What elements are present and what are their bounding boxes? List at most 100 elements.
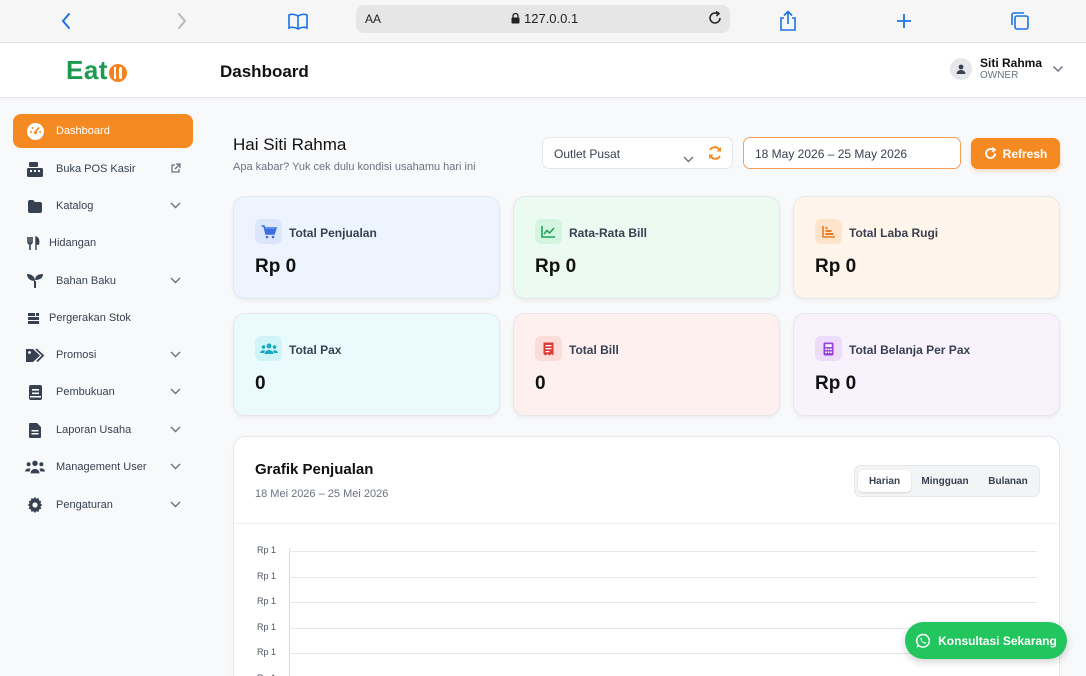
- refresh-button[interactable]: Refresh: [971, 138, 1060, 169]
- dashboard-gauge-icon: [25, 121, 45, 141]
- card-title: Total Penjualan: [289, 226, 377, 240]
- url-display[interactable]: 127.0.0.1: [511, 11, 578, 26]
- user-menu[interactable]: Siti Rahma OWNER: [949, 56, 1064, 82]
- y-tick-label: Rp 1: [257, 621, 277, 632]
- new-tab-icon[interactable]: [891, 9, 917, 33]
- sidebar-item-katalog[interactable]: Katalog: [13, 189, 193, 223]
- utensils-icon: [23, 233, 43, 253]
- outlet-select-value: Outlet Pusat: [554, 147, 621, 161]
- sidebar-item-pos-kasir[interactable]: Buka POS Kasir: [13, 152, 193, 186]
- y-gridline: [289, 602, 1037, 604]
- stat-card-total-penjualan: Total Penjualan Rp 0: [233, 196, 500, 299]
- card-title: Total Pax: [289, 343, 342, 357]
- folder-icon: [25, 196, 45, 216]
- card-value: Rp 0: [255, 256, 297, 277]
- gear-icon: [25, 495, 45, 515]
- sidebar-item-pembukuan[interactable]: Pembukuan: [13, 375, 193, 409]
- date-range-value: 18 May 2026 – 25 May 2026: [755, 147, 908, 161]
- sidebar-item-promosi[interactable]: Promosi: [13, 338, 193, 372]
- fork-spoon-logo-icon: [108, 63, 127, 82]
- tab-harian[interactable]: Harian: [858, 470, 911, 492]
- date-range-input[interactable]: 18 May 2026 – 25 May 2026: [743, 137, 961, 169]
- card-title: Total Belanja Per Pax: [849, 343, 971, 357]
- users-icon: [25, 457, 45, 477]
- chevron-down-icon: [683, 150, 694, 168]
- sidebar-item-label: Buka POS Kasir: [56, 163, 136, 175]
- receipt-icon: [535, 336, 562, 361]
- chevron-down-icon: [170, 499, 181, 511]
- sidebar-item-label: Pergerakan Stok: [49, 312, 131, 324]
- chart-title: Grafik Penjualan: [255, 461, 374, 478]
- cart-icon: [255, 219, 282, 244]
- sidebar-item-label: Katalog: [56, 200, 94, 212]
- card-value: 0: [535, 373, 546, 394]
- sync-icon[interactable]: [707, 145, 723, 166]
- sidebar-item-bahan-baku[interactable]: Bahan Baku: [13, 264, 193, 298]
- share-icon[interactable]: [775, 9, 801, 33]
- stat-card-total-bill: Total Bill 0: [513, 313, 780, 416]
- card-value: Rp 0: [815, 373, 857, 394]
- card-value: Rp 0: [815, 256, 857, 277]
- tab-bulanan[interactable]: Bulanan: [979, 470, 1037, 492]
- card-title: Total Bill: [569, 343, 619, 357]
- stat-card-total-pax: Total Pax 0: [233, 313, 500, 416]
- forward-icon[interactable]: [169, 9, 195, 33]
- y-gridline: [289, 576, 1037, 578]
- app-header: Eat Dashboard Siti Rahma OWNER: [0, 43, 1086, 98]
- y-tick-label: Rp 1: [257, 596, 277, 607]
- page-title: Dashboard: [220, 62, 309, 81]
- bookmarks-icon[interactable]: [285, 9, 311, 33]
- chart-period-toggle: Harian Mingguan Bulanan: [854, 465, 1040, 497]
- back-icon[interactable]: [53, 9, 79, 33]
- greeting-title: Hai Siti Rahma: [233, 135, 347, 154]
- card-value: 0: [255, 373, 266, 394]
- chevron-down-icon: [170, 200, 181, 212]
- text-size-button[interactable]: AA: [365, 12, 381, 26]
- chart-subtitle: 18 Mei 2026 – 25 Mei 2026: [255, 488, 389, 500]
- card-title: Total Laba Rugi: [849, 226, 939, 240]
- stock-movement-icon: [23, 308, 43, 328]
- sidebar-item-label: Management User: [56, 461, 147, 473]
- chevron-down-icon: [170, 461, 181, 473]
- people-icon: [255, 336, 282, 361]
- eato-logo[interactable]: Eat: [66, 55, 127, 86]
- whatsapp-consult-button[interactable]: Konsultasi Sekarang: [905, 622, 1067, 659]
- url-text: 127.0.0.1: [524, 11, 579, 26]
- avatar: [949, 58, 972, 80]
- greeting-subtitle: Apa kabar? Yuk cek dulu kondisi usahamu …: [233, 161, 476, 173]
- tags-icon: [25, 345, 45, 365]
- chart-y-axis: [289, 549, 290, 676]
- y-tick-label: Rp 1: [257, 647, 277, 658]
- line-chart-icon: [535, 219, 562, 244]
- address-bar[interactable]: AA 127.0.0.1: [356, 5, 730, 33]
- logo-text: Eat: [66, 55, 108, 85]
- user-role: OWNER: [979, 70, 1019, 81]
- stat-card-rata-rata-bill: Rata-Rata Bill Rp 0: [513, 196, 780, 299]
- ledger-book-icon: [25, 382, 45, 402]
- sidebar-item-management-user[interactable]: Management User: [13, 450, 193, 484]
- report-file-icon: [25, 420, 45, 440]
- calculator-icon: [815, 336, 842, 361]
- bar-chart-icon: [815, 219, 842, 244]
- y-tick-label: Rp 1: [257, 545, 277, 555]
- sidebar-item-hidangan[interactable]: Hidangan: [13, 226, 193, 260]
- sidebar-item-label: Laporan Usaha: [56, 424, 132, 436]
- sidebar-item-pengaturan[interactable]: Pengaturan: [13, 488, 193, 522]
- sidebar-item-label: Promosi: [56, 349, 97, 361]
- chart-divider: [234, 523, 1059, 524]
- sidebar: Dashboard Buka POS Kasir Katalog Hidanga…: [0, 98, 205, 676]
- y-gridline: [289, 551, 1037, 552]
- card-value: Rp 0: [535, 256, 577, 277]
- sidebar-item-pergerakan-stok[interactable]: Pergerakan Stok: [13, 301, 193, 335]
- chevron-down-icon: [170, 275, 181, 287]
- sidebar-item-dashboard[interactable]: Dashboard: [13, 114, 193, 148]
- browser-toolbar: AA 127.0.0.1: [0, 0, 1086, 43]
- tabs-overview-icon[interactable]: [1007, 9, 1033, 33]
- sidebar-item-laporan-usaha[interactable]: Laporan Usaha: [13, 413, 193, 447]
- reload-icon[interactable]: [706, 9, 724, 32]
- outlet-select[interactable]: Outlet Pusat: [542, 137, 733, 169]
- sidebar-item-label: Hidangan: [49, 237, 97, 249]
- y-tick-label: Rp 1: [257, 570, 277, 581]
- chevron-down-icon: [170, 386, 181, 398]
- tab-mingguan[interactable]: Mingguan: [914, 470, 976, 492]
